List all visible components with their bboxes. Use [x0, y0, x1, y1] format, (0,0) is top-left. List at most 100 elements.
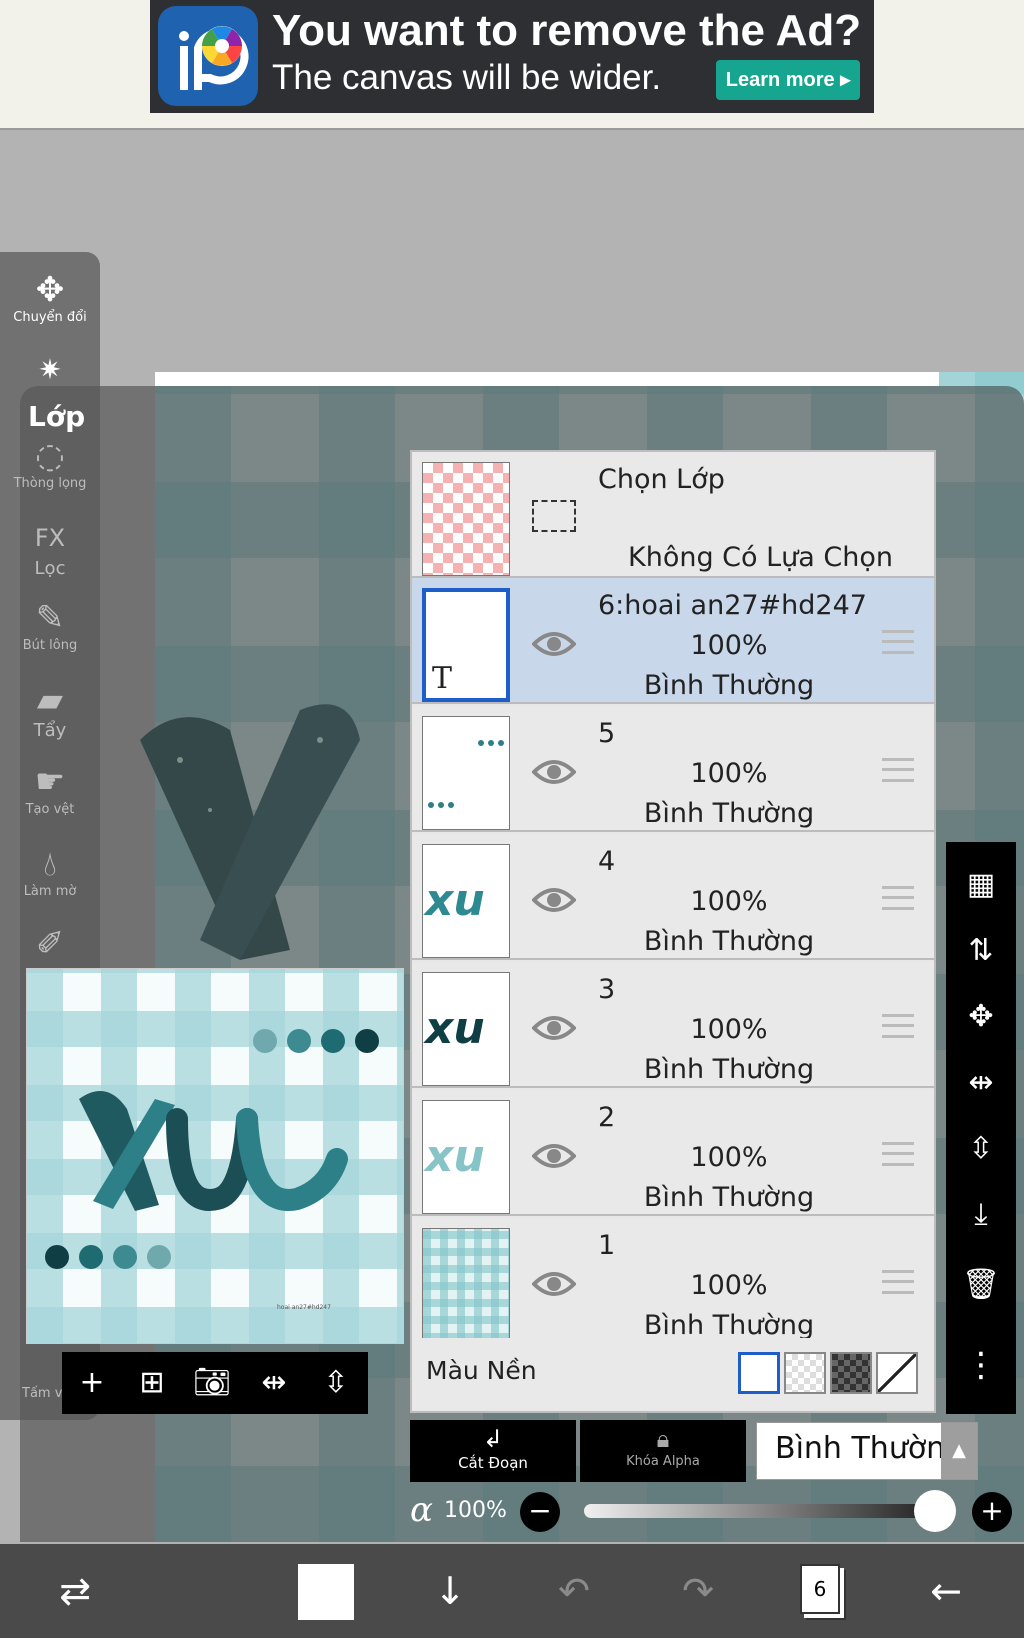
- opacity-increase-button[interactable]: +: [972, 1492, 1012, 1532]
- flip-horizontal-icon[interactable]: ⇹: [946, 1050, 1016, 1116]
- blur-tool[interactable]: 💧︎ Làm mờ: [0, 844, 100, 899]
- opacity-slider-knob[interactable]: [914, 1490, 956, 1532]
- canvas-preview[interactable]: hoai an27#hd247: [26, 968, 404, 1344]
- ad-area: You want to remove the Ad? The canvas wi…: [0, 0, 1024, 130]
- layers-panel: Chọn Lớp Không Có Lựa Chọn T 6:hoai an27…: [410, 450, 936, 1413]
- bg-white-swatch[interactable]: [738, 1352, 780, 1394]
- flip-vertical-icon[interactable]: ⇳: [306, 1352, 366, 1414]
- preview-toolbar: + ⊞ 📷︎ ⇹ ⇳: [62, 1352, 368, 1414]
- alpha-lock-label: Khóa Alpha: [626, 1454, 700, 1469]
- layer-swap-icon[interactable]: ⇅: [946, 918, 1016, 984]
- layer-row[interactable]: T 6:hoai an27#hd247 100% Bình Thường: [412, 578, 934, 704]
- layer-name: 4: [598, 846, 616, 877]
- layers-button[interactable]: 6: [800, 1564, 840, 1614]
- transparent-checker-icon[interactable]: ▦: [946, 852, 1016, 918]
- layer-name: 2: [598, 1102, 616, 1133]
- lasso-label: Thòng lọng: [13, 476, 87, 491]
- drag-handle-icon[interactable]: [882, 1014, 914, 1038]
- eye-icon[interactable]: [532, 750, 576, 794]
- layer-name: 1: [598, 1230, 616, 1261]
- tool-switch-icon[interactable]: ⇄: [40, 1544, 110, 1638]
- layer-row[interactable]: 1 100% Bình Thường: [412, 1218, 934, 1344]
- preview-art: hoai an27#hd247: [45, 1029, 379, 1311]
- drag-handle-icon[interactable]: [882, 1270, 914, 1294]
- layer-thumbnail-art: xu: [425, 1003, 485, 1054]
- layer-name: 5: [598, 718, 616, 749]
- drag-handle-icon[interactable]: [882, 758, 914, 782]
- layer-opacity: 100%: [690, 1014, 768, 1045]
- back-arrow-icon[interactable]: ←: [916, 1544, 976, 1638]
- layer-row[interactable]: 5 100% Bình Thường: [412, 706, 934, 832]
- bottom-toolbar: ⇄ ↓ ↶ ↷ 6 ←: [0, 1544, 1024, 1638]
- clipping-button[interactable]: ↲ Cắt Đoạn: [410, 1420, 576, 1482]
- move-layer-icon[interactable]: ✥: [946, 984, 1016, 1050]
- selection-layer-thumbnail: [422, 462, 510, 576]
- eye-icon[interactable]: [532, 622, 576, 666]
- current-color-swatch[interactable]: [298, 1564, 354, 1620]
- redo-icon[interactable]: ↷: [668, 1544, 728, 1638]
- layer-thumbnail-art: xu: [425, 1131, 485, 1182]
- merge-down-icon[interactable]: ⤓: [946, 1182, 1016, 1248]
- layer-thumbnail: T: [422, 588, 510, 702]
- add-layer-box-icon[interactable]: ⊞: [122, 1352, 182, 1414]
- selection-status: Không Có Lựa Chọn: [628, 542, 894, 573]
- layer-row[interactable]: xu 3 100% Bình Thường: [412, 962, 934, 1088]
- drag-handle-icon[interactable]: [882, 886, 914, 910]
- eye-icon[interactable]: [532, 878, 576, 922]
- camera-icon[interactable]: 📷︎: [182, 1352, 242, 1414]
- eye-icon[interactable]: [532, 1262, 576, 1306]
- layer-row[interactable]: xu 2 100% Bình Thường: [412, 1090, 934, 1216]
- flip-vertical-icon[interactable]: ⇳: [946, 1116, 1016, 1182]
- special-pen-tool[interactable]: ✐: [0, 924, 100, 964]
- eye-icon[interactable]: [532, 1006, 576, 1050]
- magic-wand-tool[interactable]: ✷: [0, 350, 100, 390]
- move-arrows-icon: ✥: [35, 270, 65, 310]
- artwork-edge: [155, 372, 939, 386]
- ad-banner[interactable]: You want to remove the Ad? The canvas wi…: [150, 0, 874, 113]
- lasso-tool[interactable]: ◌ Thòng lọng: [0, 436, 100, 491]
- opacity-slider[interactable]: [584, 1504, 934, 1518]
- text-layer-t-icon: T: [432, 661, 453, 696]
- undo-icon[interactable]: ↶: [544, 1544, 604, 1638]
- more-options-icon[interactable]: ⋮: [946, 1332, 1016, 1398]
- brush-tool[interactable]: ✎ Bút lông: [0, 598, 100, 653]
- bg-dark-checker-swatch[interactable]: [830, 1352, 872, 1394]
- layer-opacity: 100%: [690, 886, 768, 917]
- smudge-label: Tạo vệt: [25, 802, 75, 817]
- clipping-arrow-icon: ↲: [482, 1425, 504, 1453]
- alpha-lock-button[interactable]: 🔒︎ Khóa Alpha: [580, 1420, 746, 1482]
- right-toolbar: ▦ ⇅ ✥ ⇹ ⇳ ⤓ 🗑︎ ⋮: [946, 842, 1016, 1414]
- layer-name: 6:hoai an27#hd247: [598, 590, 867, 621]
- layer-name: 3: [598, 974, 616, 1005]
- layer-thumbnail: xu: [422, 972, 510, 1086]
- brush-label: Bút lông: [22, 638, 78, 653]
- learn-more-button[interactable]: Learn more ▸: [716, 60, 860, 100]
- bg-none-swatch[interactable]: [876, 1352, 918, 1394]
- selection-layer-title: Chọn Lớp: [598, 464, 725, 495]
- flip-horizontal-icon[interactable]: ⇹: [244, 1352, 304, 1414]
- drag-handle-icon[interactable]: [882, 630, 914, 654]
- selection-marquee-icon: [532, 500, 576, 532]
- background-color-label: Màu Nền: [426, 1356, 537, 1385]
- blend-mode-dropdown[interactable]: Bình Thường ▲: [756, 1422, 978, 1480]
- layer-row[interactable]: xu 4 100% Bình Thường: [412, 834, 934, 960]
- smudge-tool[interactable]: ☛ Tạo vệt: [0, 762, 100, 817]
- trash-icon[interactable]: 🗑︎: [946, 1252, 1016, 1318]
- selection-layer-row[interactable]: Chọn Lớp Không Có Lựa Chọn: [412, 452, 934, 578]
- add-layer-icon[interactable]: +: [62, 1352, 122, 1414]
- bg-light-checker-swatch[interactable]: [784, 1352, 826, 1394]
- clipping-label: Cắt Đoạn: [458, 1454, 528, 1472]
- blur-label: Làm mờ: [23, 884, 77, 899]
- fx-icon: FX: [34, 524, 66, 552]
- transform-label: Chuyển đổi: [13, 310, 87, 325]
- drag-handle-icon[interactable]: [882, 1142, 914, 1166]
- dropdown-arrow-icon: ▲: [941, 1423, 977, 1479]
- eraser-tool[interactable]: ▰ Tẩy: [0, 680, 100, 741]
- magic-wand-icon: ✷: [38, 353, 62, 386]
- svg-text:hoai an27#hd247: hoai an27#hd247: [277, 1304, 331, 1311]
- filter-tool[interactable]: FX Lọc: [0, 518, 100, 579]
- eye-icon[interactable]: [532, 1134, 576, 1178]
- transform-tool[interactable]: ✥ Chuyển đổi: [0, 270, 100, 325]
- opacity-decrease-button[interactable]: −: [520, 1492, 560, 1532]
- down-arrow-icon[interactable]: ↓: [420, 1544, 480, 1638]
